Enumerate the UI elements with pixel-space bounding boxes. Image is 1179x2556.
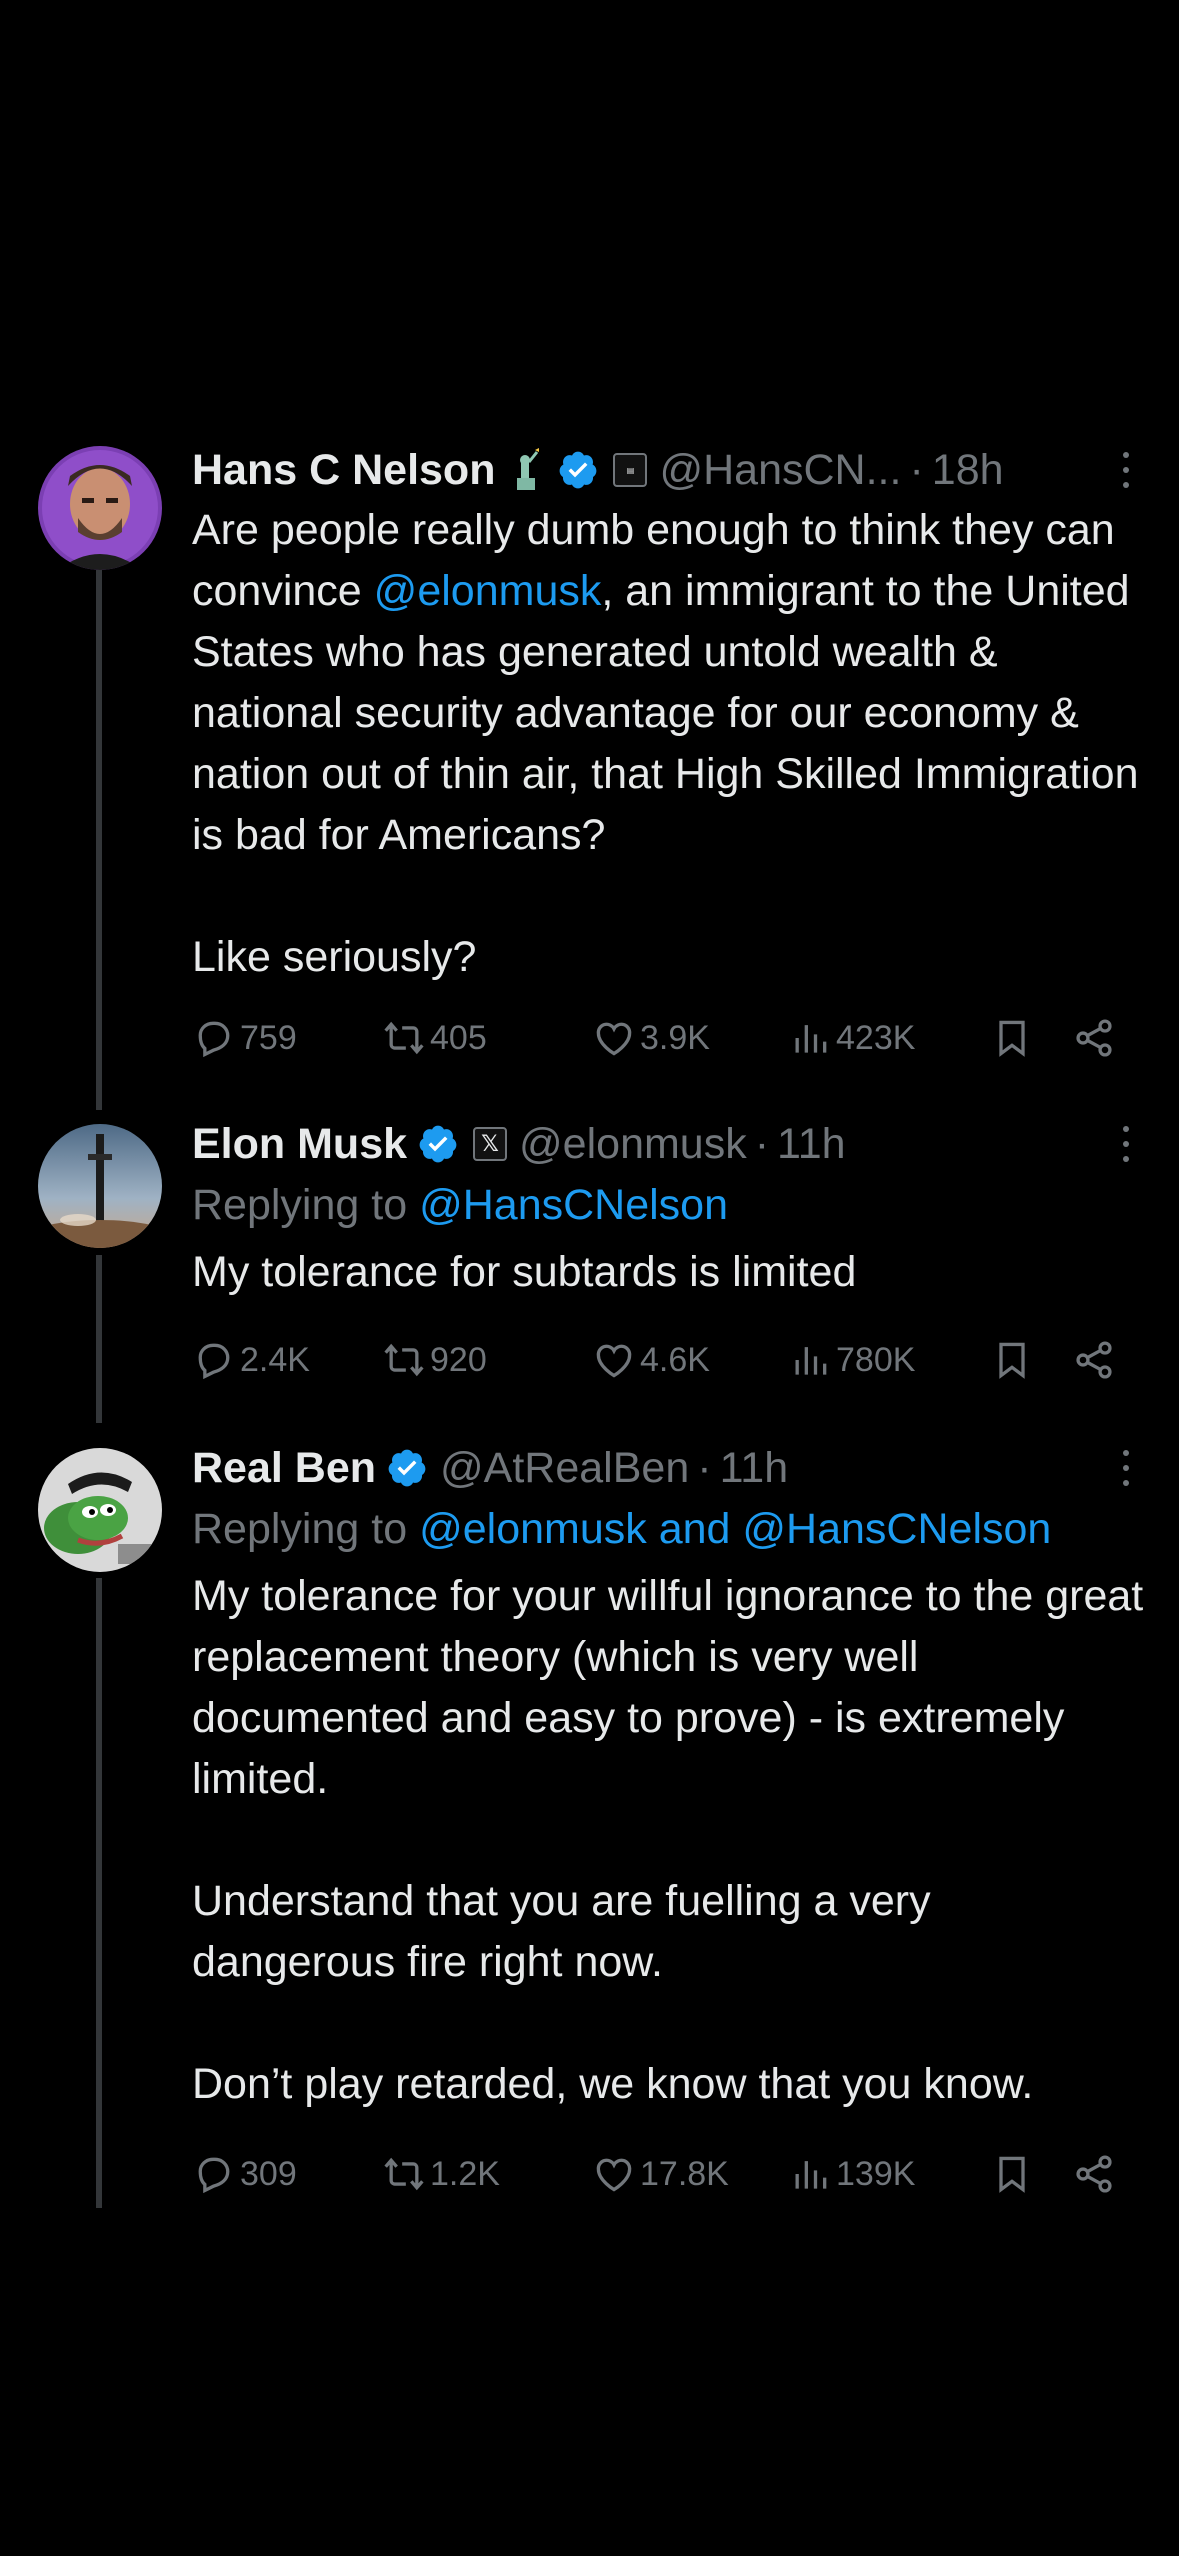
tweet-header: Real Ben @AtRealBen · 11h (192, 1438, 1145, 1498)
action-bar: 309 1.2K 17.8K 139K (192, 2144, 1132, 2204)
display-name[interactable]: Hans C Nelson (192, 446, 495, 495)
views-icon (795, 2161, 827, 2189)
reply-button[interactable]: 2.4K (192, 1330, 310, 1390)
retweet-count: 405 (430, 1018, 487, 1057)
reply-icon (198, 1343, 230, 1380)
retweet-count: 920 (430, 1340, 487, 1379)
avatar[interactable] (38, 1448, 162, 1572)
share-button[interactable] (1072, 2144, 1120, 2204)
bookmark-button[interactable] (990, 1330, 1038, 1390)
tweet-header: Hans C Nelson ▤ @HansCN... · 18h (192, 440, 1145, 500)
separator: · (697, 1443, 712, 1492)
views-button[interactable]: 139K (788, 2144, 915, 2204)
separator: · (754, 1119, 770, 1168)
views-icon (795, 1025, 827, 1053)
tweet-text-paragraph: My tolerance for your willful ignorance … (192, 1572, 1144, 1803)
verified-badge-icon (419, 1125, 457, 1163)
avatar[interactable] (38, 1124, 162, 1248)
bookmark-button[interactable] (990, 2144, 1038, 2204)
timestamp[interactable]: 18h (932, 446, 1004, 495)
more-icon[interactable] (1115, 448, 1137, 492)
thread-line (96, 1255, 102, 1423)
tweet-text-paragraph: Like seriously? (192, 933, 477, 981)
separator: · (909, 445, 924, 494)
more-icon[interactable] (1115, 1122, 1137, 1166)
like-count: 17.8K (640, 2154, 729, 2193)
conversation-thread: Hans C Nelson ▤ @HansCN... · 18h Are peo… (0, 0, 1179, 2556)
avatar[interactable] (38, 446, 162, 570)
replying-to: Replying to @HansCNelson (192, 1181, 729, 1229)
views-icon (795, 1347, 827, 1375)
affiliation-badge-icon: ▤ (613, 453, 648, 487)
replying-mention[interactable]: @HansCNelson (419, 1181, 728, 1229)
reply-button[interactable]: 309 (192, 2144, 297, 2204)
handle[interactable]: @AtRealBen (440, 1444, 689, 1493)
handle[interactable]: @HansCN... (659, 446, 901, 495)
retweet-button[interactable]: 405 (382, 1008, 487, 1068)
view-count: 780K (836, 1340, 916, 1379)
bookmark-icon (999, 1020, 1025, 1057)
mention-link[interactable]: @elonmusk (374, 567, 602, 615)
more-icon[interactable] (1115, 1446, 1137, 1490)
views-button[interactable]: 423K (788, 1008, 915, 1068)
reply-button[interactable]: 759 (192, 1008, 297, 1068)
views-button[interactable]: 780K (788, 1330, 915, 1390)
tweet-text-paragraph: Understand that you are fuelling a very … (192, 1877, 931, 1986)
share-icon (1076, 1341, 1112, 1379)
x-affiliation-icon: 𝕏 (473, 1127, 508, 1161)
retweet-count: 1.2K (430, 2154, 500, 2193)
verified-badge-icon (388, 1449, 426, 1487)
timestamp[interactable]: 11h (720, 1444, 789, 1493)
tweet-text: My tolerance for your willful ignorance … (192, 1566, 1145, 2115)
share-icon (1076, 2155, 1112, 2193)
retweet-icon (384, 2157, 424, 2191)
retweet-icon (384, 1343, 424, 1377)
bookmark-icon (999, 1342, 1025, 1379)
like-count: 3.9K (640, 1018, 710, 1057)
reply-icon (198, 2157, 230, 2194)
thread-line (96, 570, 102, 1110)
tweet-text-paragraph: Don’t play retarded, we know that you kn… (192, 2060, 1034, 2108)
retweet-button[interactable]: 1.2K (382, 2144, 500, 2204)
tweet-text: Are people really dumb enough to think t… (192, 500, 1145, 988)
reply-count: 2.4K (240, 1340, 310, 1379)
reply-count: 309 (240, 2154, 297, 2193)
tweet-header: Elon Musk 𝕏 @elonmusk · 11h (192, 1114, 1145, 1174)
timestamp[interactable]: 11h (777, 1120, 846, 1169)
share-button[interactable] (1072, 1330, 1120, 1390)
view-count: 423K (836, 1018, 916, 1057)
verified-badge-icon (560, 451, 597, 489)
bookmark-icon (999, 2156, 1025, 2193)
tweet-text: My tolerance for subtards is limited (192, 1248, 857, 1296)
like-icon (596, 1022, 632, 1056)
share-icon (1076, 1019, 1112, 1057)
retweet-icon (384, 1021, 424, 1055)
bookmark-button[interactable] (990, 1008, 1038, 1068)
action-bar: 2.4K 920 4.6K 780K (192, 1330, 1132, 1390)
view-count: 139K (836, 2154, 916, 2193)
display-name[interactable]: Real Ben (192, 1444, 376, 1493)
replying-to: Replying to @elonmusk and @HansCNelson (192, 1505, 1052, 1553)
display-name[interactable]: Elon Musk (192, 1120, 407, 1169)
reply-icon (198, 1021, 230, 1058)
retweet-button[interactable]: 920 (382, 1330, 487, 1390)
like-count: 4.6K (640, 1340, 710, 1379)
like-button[interactable]: 17.8K (592, 2144, 729, 2204)
handle[interactable]: @elonmusk (519, 1120, 747, 1169)
share-button[interactable] (1072, 1008, 1120, 1068)
replying-mention[interactable]: @elonmusk and @HansCNelson (419, 1505, 1051, 1553)
action-bar: 759 405 3.9K 423K (192, 1008, 1132, 1068)
like-icon (596, 2158, 632, 2192)
reply-count: 759 (240, 1018, 297, 1057)
like-icon (596, 1344, 632, 1378)
statue-of-liberty-icon (517, 448, 540, 490)
like-button[interactable]: 3.9K (592, 1008, 710, 1068)
thread-line (96, 1578, 102, 2208)
like-button[interactable]: 4.6K (592, 1330, 710, 1390)
